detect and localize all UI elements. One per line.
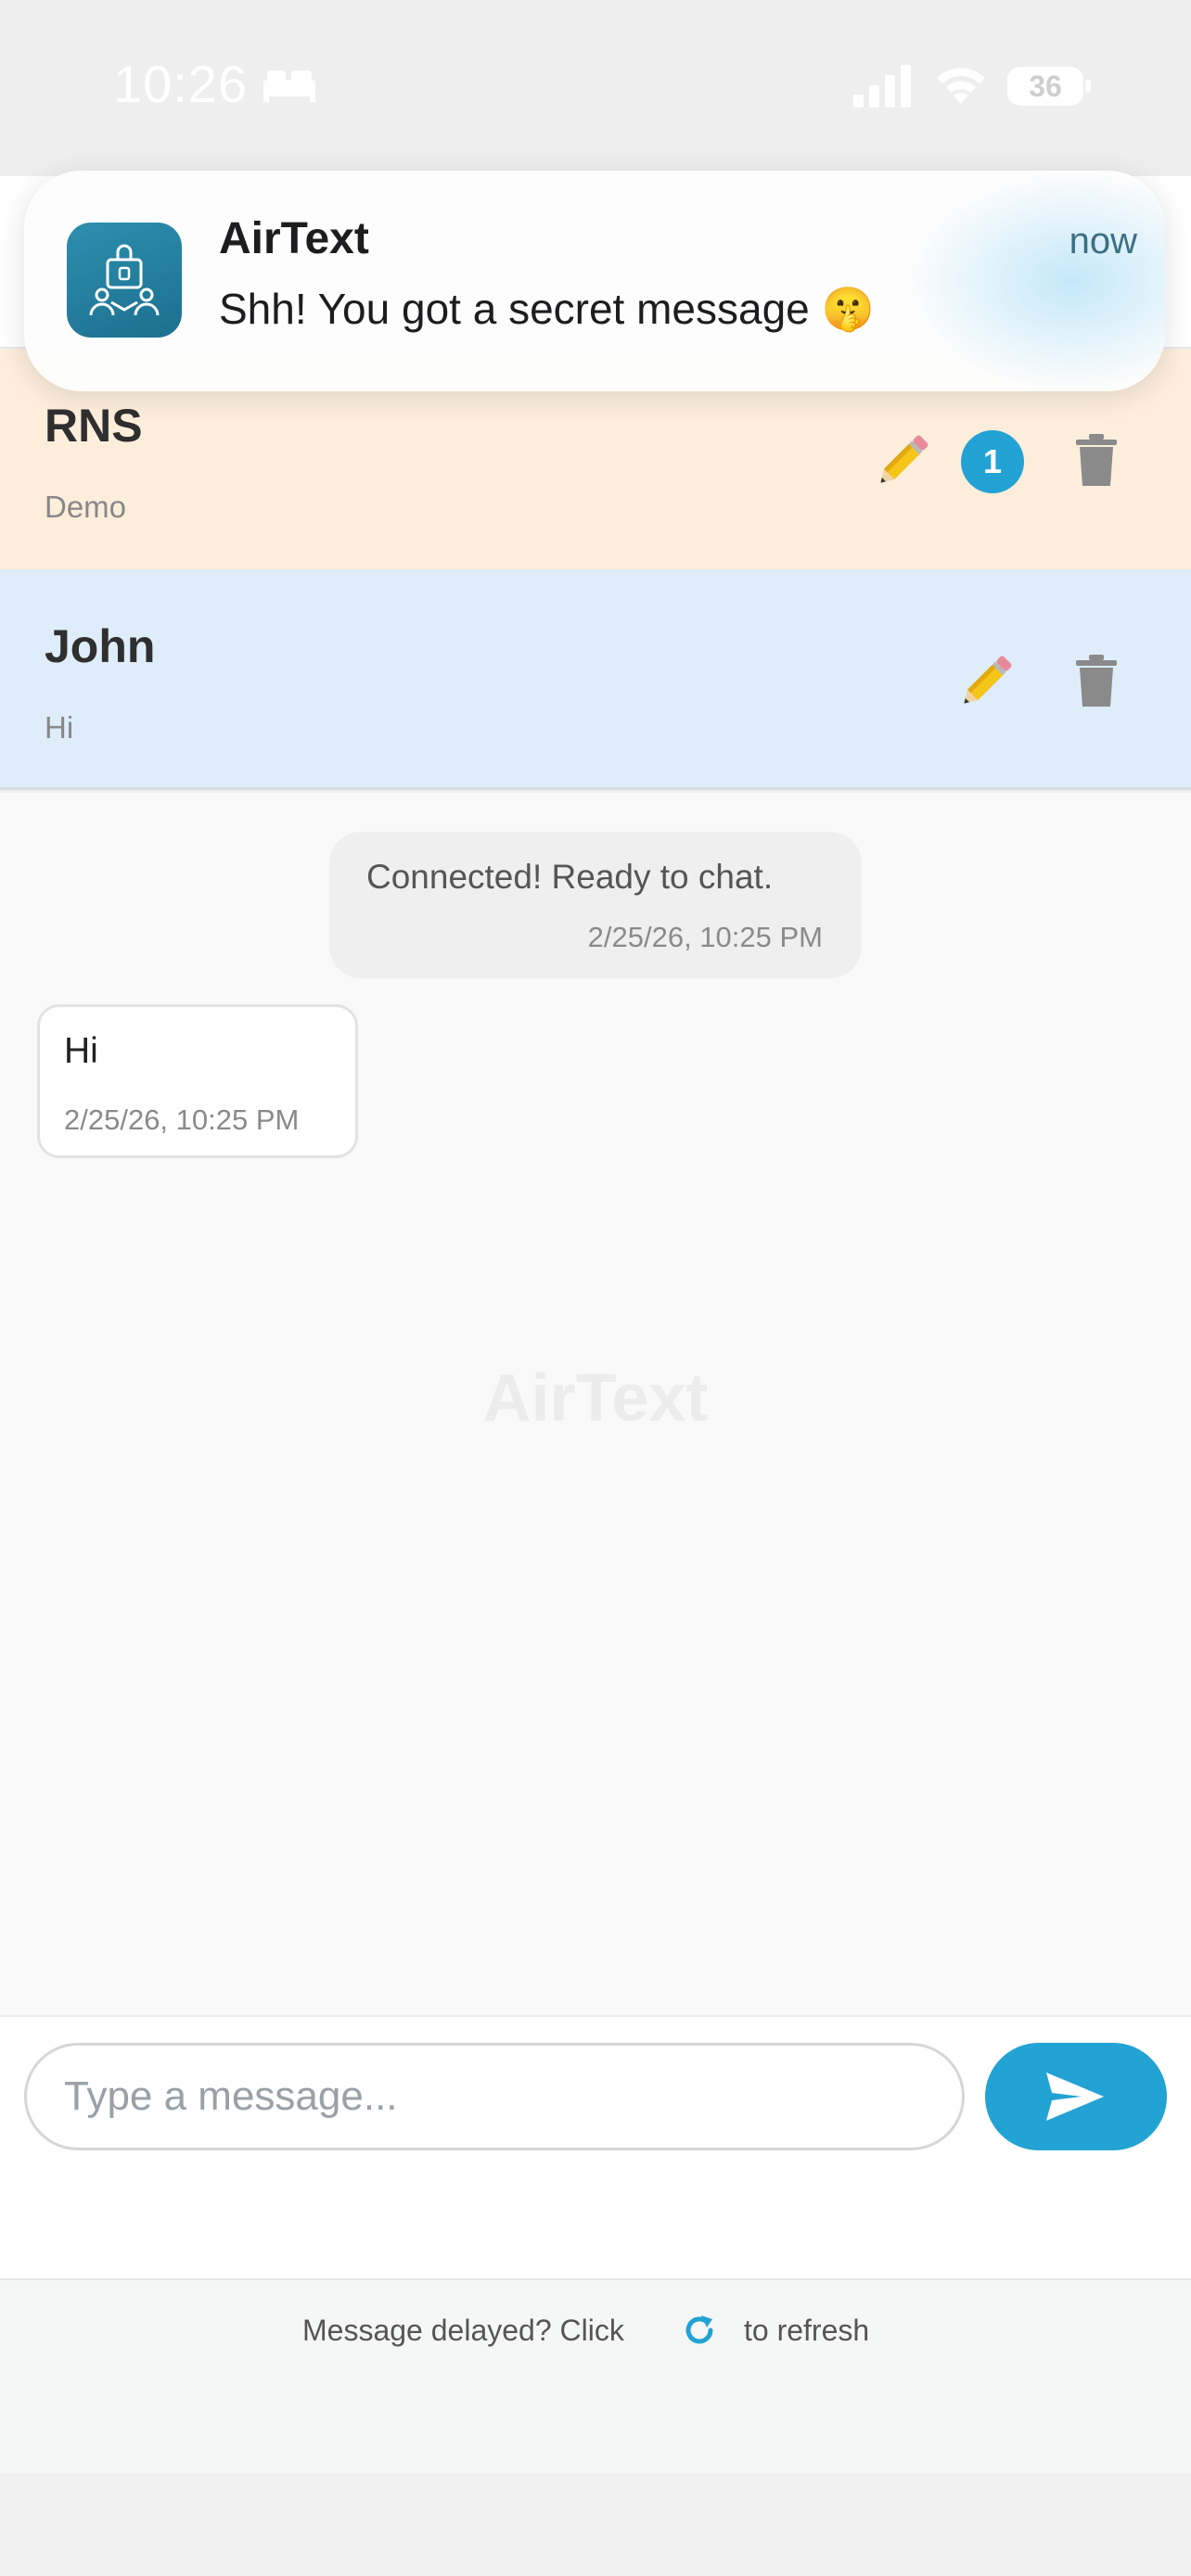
status-bar: 10:26 36: [0, 0, 1191, 176]
footer-text-after: to refresh: [744, 2314, 870, 2347]
conversation-item-john[interactable]: John Hi: [0, 569, 1191, 790]
system-message-text: Connected! Ready to chat.: [366, 858, 774, 896]
message-text: Hi: [64, 1031, 98, 1071]
conversation-preview: Hi: [45, 710, 74, 745]
chat-area[interactable]: Connected! Ready to chat. 2/25/26, 10:25…: [0, 793, 1191, 2015]
conversation-preview: Demo: [45, 490, 127, 524]
pencil-icon[interactable]: [868, 428, 935, 495]
airtext-app-icon: [67, 223, 182, 338]
system-message-time: 2/25/26, 10:25 PM: [587, 921, 823, 953]
notification-banner[interactable]: AirText now Shh! You got a secret messag…: [24, 171, 1165, 391]
battery-tip: [1085, 80, 1091, 93]
conversation-name: John: [45, 620, 156, 672]
trash-icon[interactable]: [1076, 655, 1117, 707]
send-button[interactable]: [985, 2043, 1167, 2150]
notification-body: Shh! You got a secret message 🤫: [219, 285, 875, 333]
unread-badge: 1: [961, 430, 1024, 493]
message-time: 2/25/26, 10:25 PM: [64, 1103, 300, 1136]
bed-icon: [263, 70, 315, 102]
composer: [0, 2015, 1191, 2278]
message-input[interactable]: [24, 2043, 965, 2150]
conversation-name: RNS: [45, 400, 143, 452]
wifi-icon: [937, 68, 985, 104]
watermark: AirText: [482, 1361, 709, 1435]
screen: 10:26 36 RNS Demo 1 John Hi Connected! R…: [0, 0, 1191, 2576]
message-bubble: Hi 2/25/26, 10:25 PM: [37, 1004, 358, 1158]
notification-title: AirText: [219, 214, 369, 263]
refresh-icon[interactable]: [681, 2312, 718, 2349]
signal-icon: [853, 65, 911, 108]
status-time: 10:26: [113, 55, 249, 113]
notification-glow: [905, 171, 1165, 391]
footer: Message delayed? Click to refresh: [0, 2278, 1191, 2473]
pencil-icon[interactable]: [952, 649, 1018, 716]
trash-icon[interactable]: [1076, 434, 1117, 486]
notification-time: now: [1069, 221, 1137, 261]
system-message: Connected! Ready to chat. 2/25/26, 10:25…: [329, 832, 862, 978]
footer-text-before: Message delayed? Click: [302, 2314, 624, 2347]
send-icon: [1046, 2072, 1104, 2121]
battery-icon: 36: [1007, 67, 1083, 106]
